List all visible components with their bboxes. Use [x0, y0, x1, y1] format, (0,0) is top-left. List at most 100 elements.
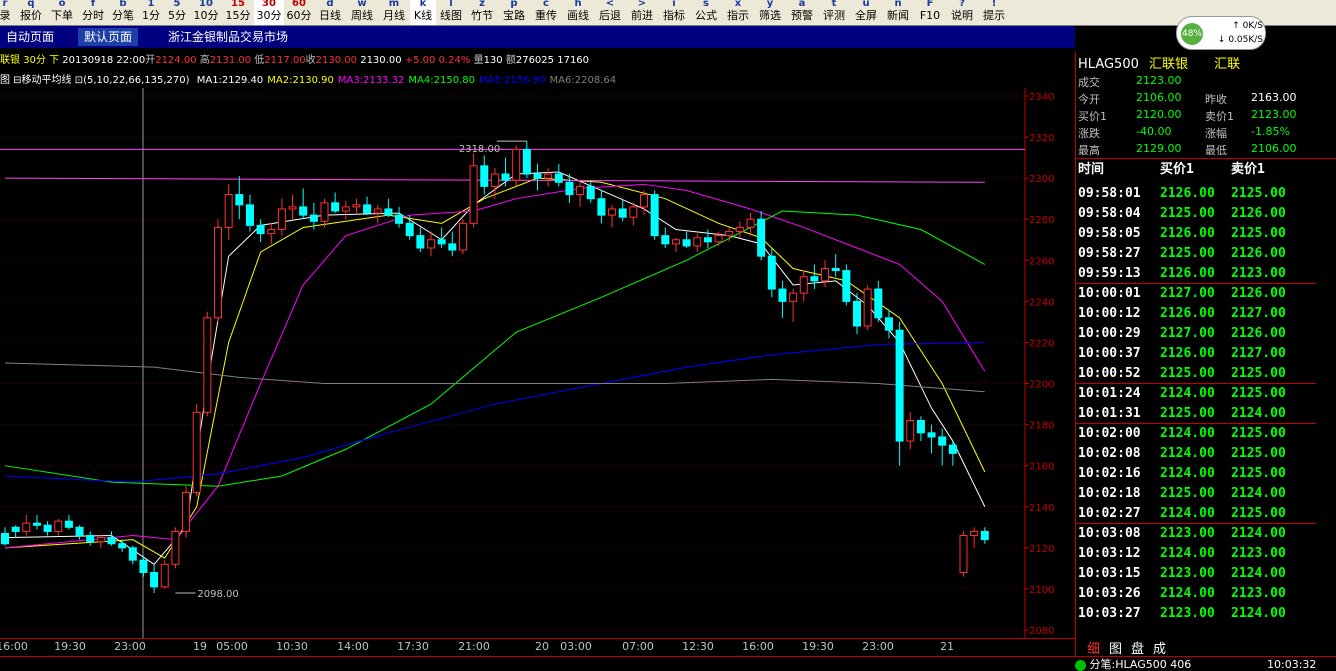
- toolbar-19-button[interactable]: h 画线: [562, 0, 594, 25]
- tick-row[interactable]: 10:03:12 2124.00 2123.00: [1076, 544, 1316, 564]
- page-tab-1[interactable]: 默认页面: [78, 28, 139, 46]
- toolbar-4-button[interactable]: b 分笔: [108, 0, 138, 25]
- toolbar-30-button[interactable]: F F10: [914, 0, 946, 25]
- toolbar-25-button[interactable]: y 筛选: [754, 0, 786, 25]
- candle-body: [299, 206, 308, 216]
- tick-bid: 2124.00: [1160, 586, 1215, 601]
- toolbar-11-button[interactable]: d 日线: [314, 0, 346, 25]
- x-tick-label: 12:30: [682, 640, 714, 653]
- toolbar-21-button[interactable]: > 前进: [626, 0, 658, 25]
- tick-row[interactable]: 10:02:18 2125.00 2124.00: [1076, 484, 1316, 504]
- right-panel-tabs: 细图盘成: [1075, 637, 1336, 657]
- candle-body: [693, 237, 702, 247]
- candle-body: [980, 530, 989, 541]
- tick-row[interactable]: 10:00:29 2127.00 2126.00: [1076, 324, 1316, 344]
- toolbar-31-button[interactable]: ? 说明: [946, 0, 978, 25]
- tick-time: 10:03:27: [1078, 606, 1141, 621]
- amount-value: 276025: [515, 55, 555, 66]
- candle-body: [853, 300, 861, 327]
- tick-row[interactable]: 10:03:08 2123.00 2124.00: [1076, 524, 1316, 544]
- toolbar-29-button[interactable]: n 新闻: [882, 0, 914, 25]
- toolbar-23-button[interactable]: s 公式: [690, 0, 722, 25]
- toolbar-1-button[interactable]: q 报价: [16, 0, 46, 25]
- tick-row[interactable]: 10:02:27 2124.00 2125.00: [1076, 504, 1316, 524]
- right-tab-1[interactable]: 图: [1109, 638, 1122, 657]
- toolbar-2-button[interactable]: o 下单: [46, 0, 78, 25]
- toolbar-item-icon: c: [543, 0, 549, 8]
- symbol-title: 汇联银: [1149, 57, 1189, 72]
- toolbar-14-button[interactable]: k K线: [410, 0, 436, 25]
- candle-body: [395, 214, 404, 224]
- kline-chart[interactable]: 2080 2100 2120 2140 2160 2180 2200 2220 2240 2260…: [0, 88, 1075, 638]
- tick-row[interactable]: 09:59:13 2126.00 2123.00: [1076, 264, 1316, 284]
- tick-row[interactable]: 10:00:52 2125.00 2125.00: [1076, 364, 1316, 384]
- toolbar-8-button[interactable]: 15 15分: [222, 0, 254, 25]
- toolbar-9-button[interactable]: 30 30分: [254, 0, 284, 25]
- candle-body: [597, 198, 606, 216]
- tick-row[interactable]: 09:58:05 2126.00 2125.00: [1076, 224, 1316, 244]
- toolbar-7-button[interactable]: 10 10分: [190, 0, 222, 25]
- x-tick-label: 23:00: [862, 640, 894, 653]
- tick-row[interactable]: 09:58:04 2125.00 2126.00: [1076, 204, 1316, 224]
- toolbar-13-button[interactable]: m 月线: [378, 0, 410, 25]
- tick-row[interactable]: 10:03:15 2123.00 2124.00: [1076, 564, 1316, 584]
- tick-row[interactable]: 10:02:00 2124.00 2125.00: [1076, 424, 1316, 444]
- tick-row[interactable]: 10:01:31 2125.00 2124.00: [1076, 404, 1316, 424]
- toolbar-12-button[interactable]: w 周线: [346, 0, 378, 25]
- toolbar-10-button[interactable]: 60 60分: [284, 0, 314, 25]
- toolbar-17-button[interactable]: p 宝路: [498, 0, 530, 25]
- toolbar-item-icon: z: [479, 0, 485, 8]
- candle-body: [629, 206, 638, 218]
- tick-row[interactable]: 09:58:01 2126.00 2125.00: [1076, 184, 1316, 204]
- network-speed-widget: 48% ↑ 0K/S ↓ 0.05K/S: [1176, 16, 1266, 50]
- toolbar-27-button[interactable]: t 评测: [818, 0, 850, 25]
- toolbar-0-button[interactable]: r录: [0, 0, 16, 25]
- tick-row[interactable]: 10:03:27 2123.00 2124.00: [1076, 604, 1316, 624]
- tick-row[interactable]: 10:02:08 2124.00 2125.00: [1076, 444, 1316, 464]
- bid-label: 买价1: [1078, 110, 1107, 123]
- candle-body: [182, 491, 191, 532]
- ma-indicator-title[interactable]: 图 ⊟移动平均线 ⊡(5,10,22,66,135,270): [0, 75, 190, 86]
- right-tab-0[interactable]: 细: [1087, 638, 1100, 657]
- tick-row[interactable]: 10:01:24 2124.00 2125.00: [1076, 384, 1316, 404]
- toolbar-15-button[interactable]: l 线图: [436, 0, 466, 25]
- toolbar-item-icon: 1: [147, 0, 155, 8]
- toolbar-item-icon: r: [2, 0, 8, 8]
- bid-row: 买价1 2120.00: [1078, 108, 1182, 124]
- toolbar-20-button[interactable]: < 后退: [594, 0, 626, 25]
- tick-row[interactable]: 10:02:16 2124.00 2125.00: [1076, 464, 1316, 484]
- right-tab-3[interactable]: 成: [1153, 638, 1166, 657]
- toolbar-28-button[interactable]: u 全屏: [850, 0, 882, 25]
- tick-time: 10:03:12: [1078, 546, 1141, 561]
- toolbar-16-button[interactable]: z 竹节: [466, 0, 498, 25]
- tick-row[interactable]: 10:00:01 2127.00 2126.00: [1076, 284, 1316, 304]
- tick-bid: 2125.00: [1160, 246, 1215, 261]
- right-tab-2[interactable]: 盘: [1131, 638, 1144, 657]
- tick-row[interactable]: 10:03:26 2124.00 2123.00: [1076, 584, 1316, 604]
- y-tick-label: 2340: [1029, 92, 1054, 103]
- page-tab-2[interactable]: 浙江金银制品交易市场: [162, 28, 294, 46]
- candle-body: [1, 532, 9, 545]
- toolbar-5-button[interactable]: 1 1分: [138, 0, 164, 25]
- tick-row[interactable]: 09:58:27 2125.00 2126.00: [1076, 244, 1316, 264]
- toolbar-6-button[interactable]: 5 5分: [164, 0, 190, 25]
- toolbar-24-button[interactable]: x 指示: [722, 0, 754, 25]
- toolbar-item-icon: t: [831, 0, 837, 8]
- y-tick-label: 2160: [1029, 462, 1054, 473]
- toolbar-18-button[interactable]: c 重传: [530, 0, 562, 25]
- toolbar-26-button[interactable]: a 预警: [786, 0, 818, 25]
- tick-row[interactable]: 10:00:12 2126.00 2127.00: [1076, 304, 1316, 324]
- toolbar-22-button[interactable]: i 指标: [658, 0, 690, 25]
- tick-bid: 2124.00: [1160, 546, 1215, 561]
- candle-body: [128, 547, 137, 561]
- page-tab-0[interactable]: 自动页面: [0, 28, 60, 46]
- toolbar-item-label: 筛选: [759, 9, 781, 22]
- y-tick-label: 2240: [1029, 297, 1054, 308]
- y-tick-label: 2180: [1029, 421, 1054, 432]
- tick-row[interactable]: 10:00:37 2126.00 2127.00: [1076, 344, 1316, 364]
- toolbar-3-button[interactable]: f 分时: [78, 0, 108, 25]
- toolbar-32-button[interactable]: ! 提示: [978, 0, 1010, 25]
- ma-line-ma1: [4, 171, 986, 565]
- toolbar-item-icon: F: [926, 0, 934, 8]
- today-open-label: 今开: [1078, 93, 1100, 106]
